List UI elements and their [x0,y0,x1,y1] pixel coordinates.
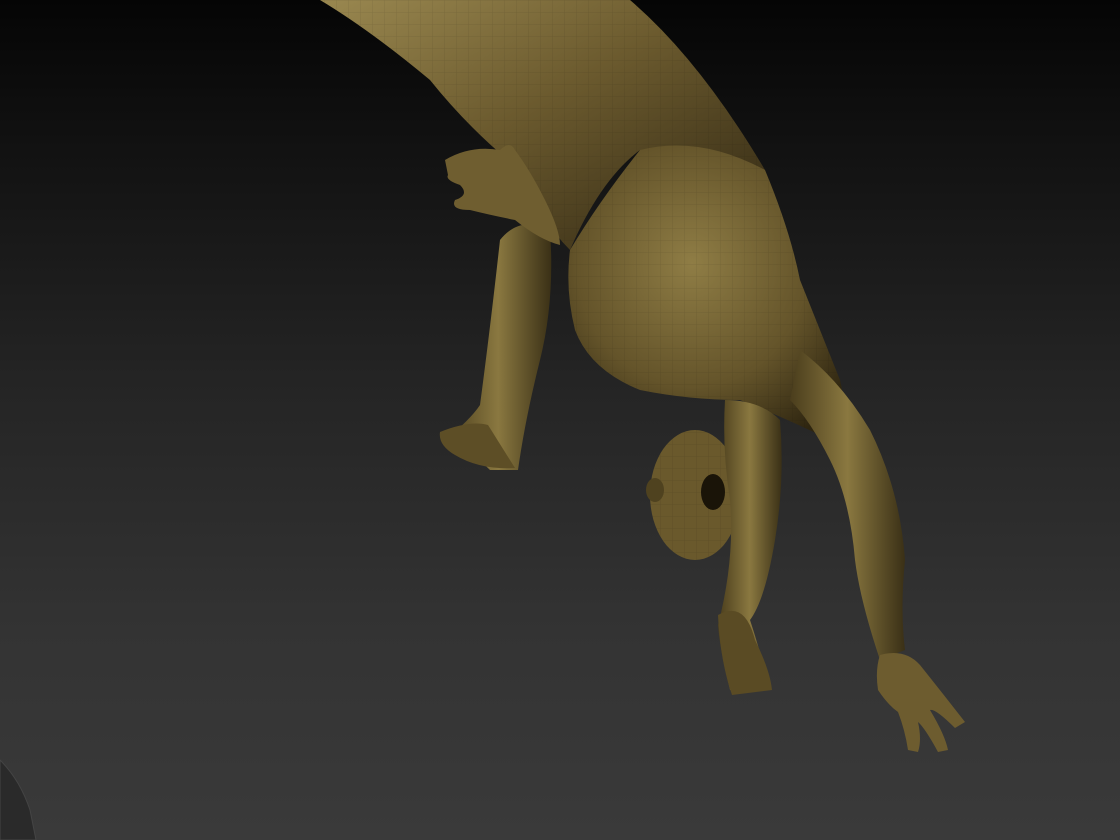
open-mouth [701,474,725,510]
extended-arm [790,350,905,660]
sculpted-figure-model[interactable] [0,0,1120,840]
ear [646,478,664,502]
partial-model-edge [0,759,37,840]
hanging-foot [718,610,772,695]
open-hand [876,652,965,752]
sculpt-viewport[interactable] [0,0,1120,840]
